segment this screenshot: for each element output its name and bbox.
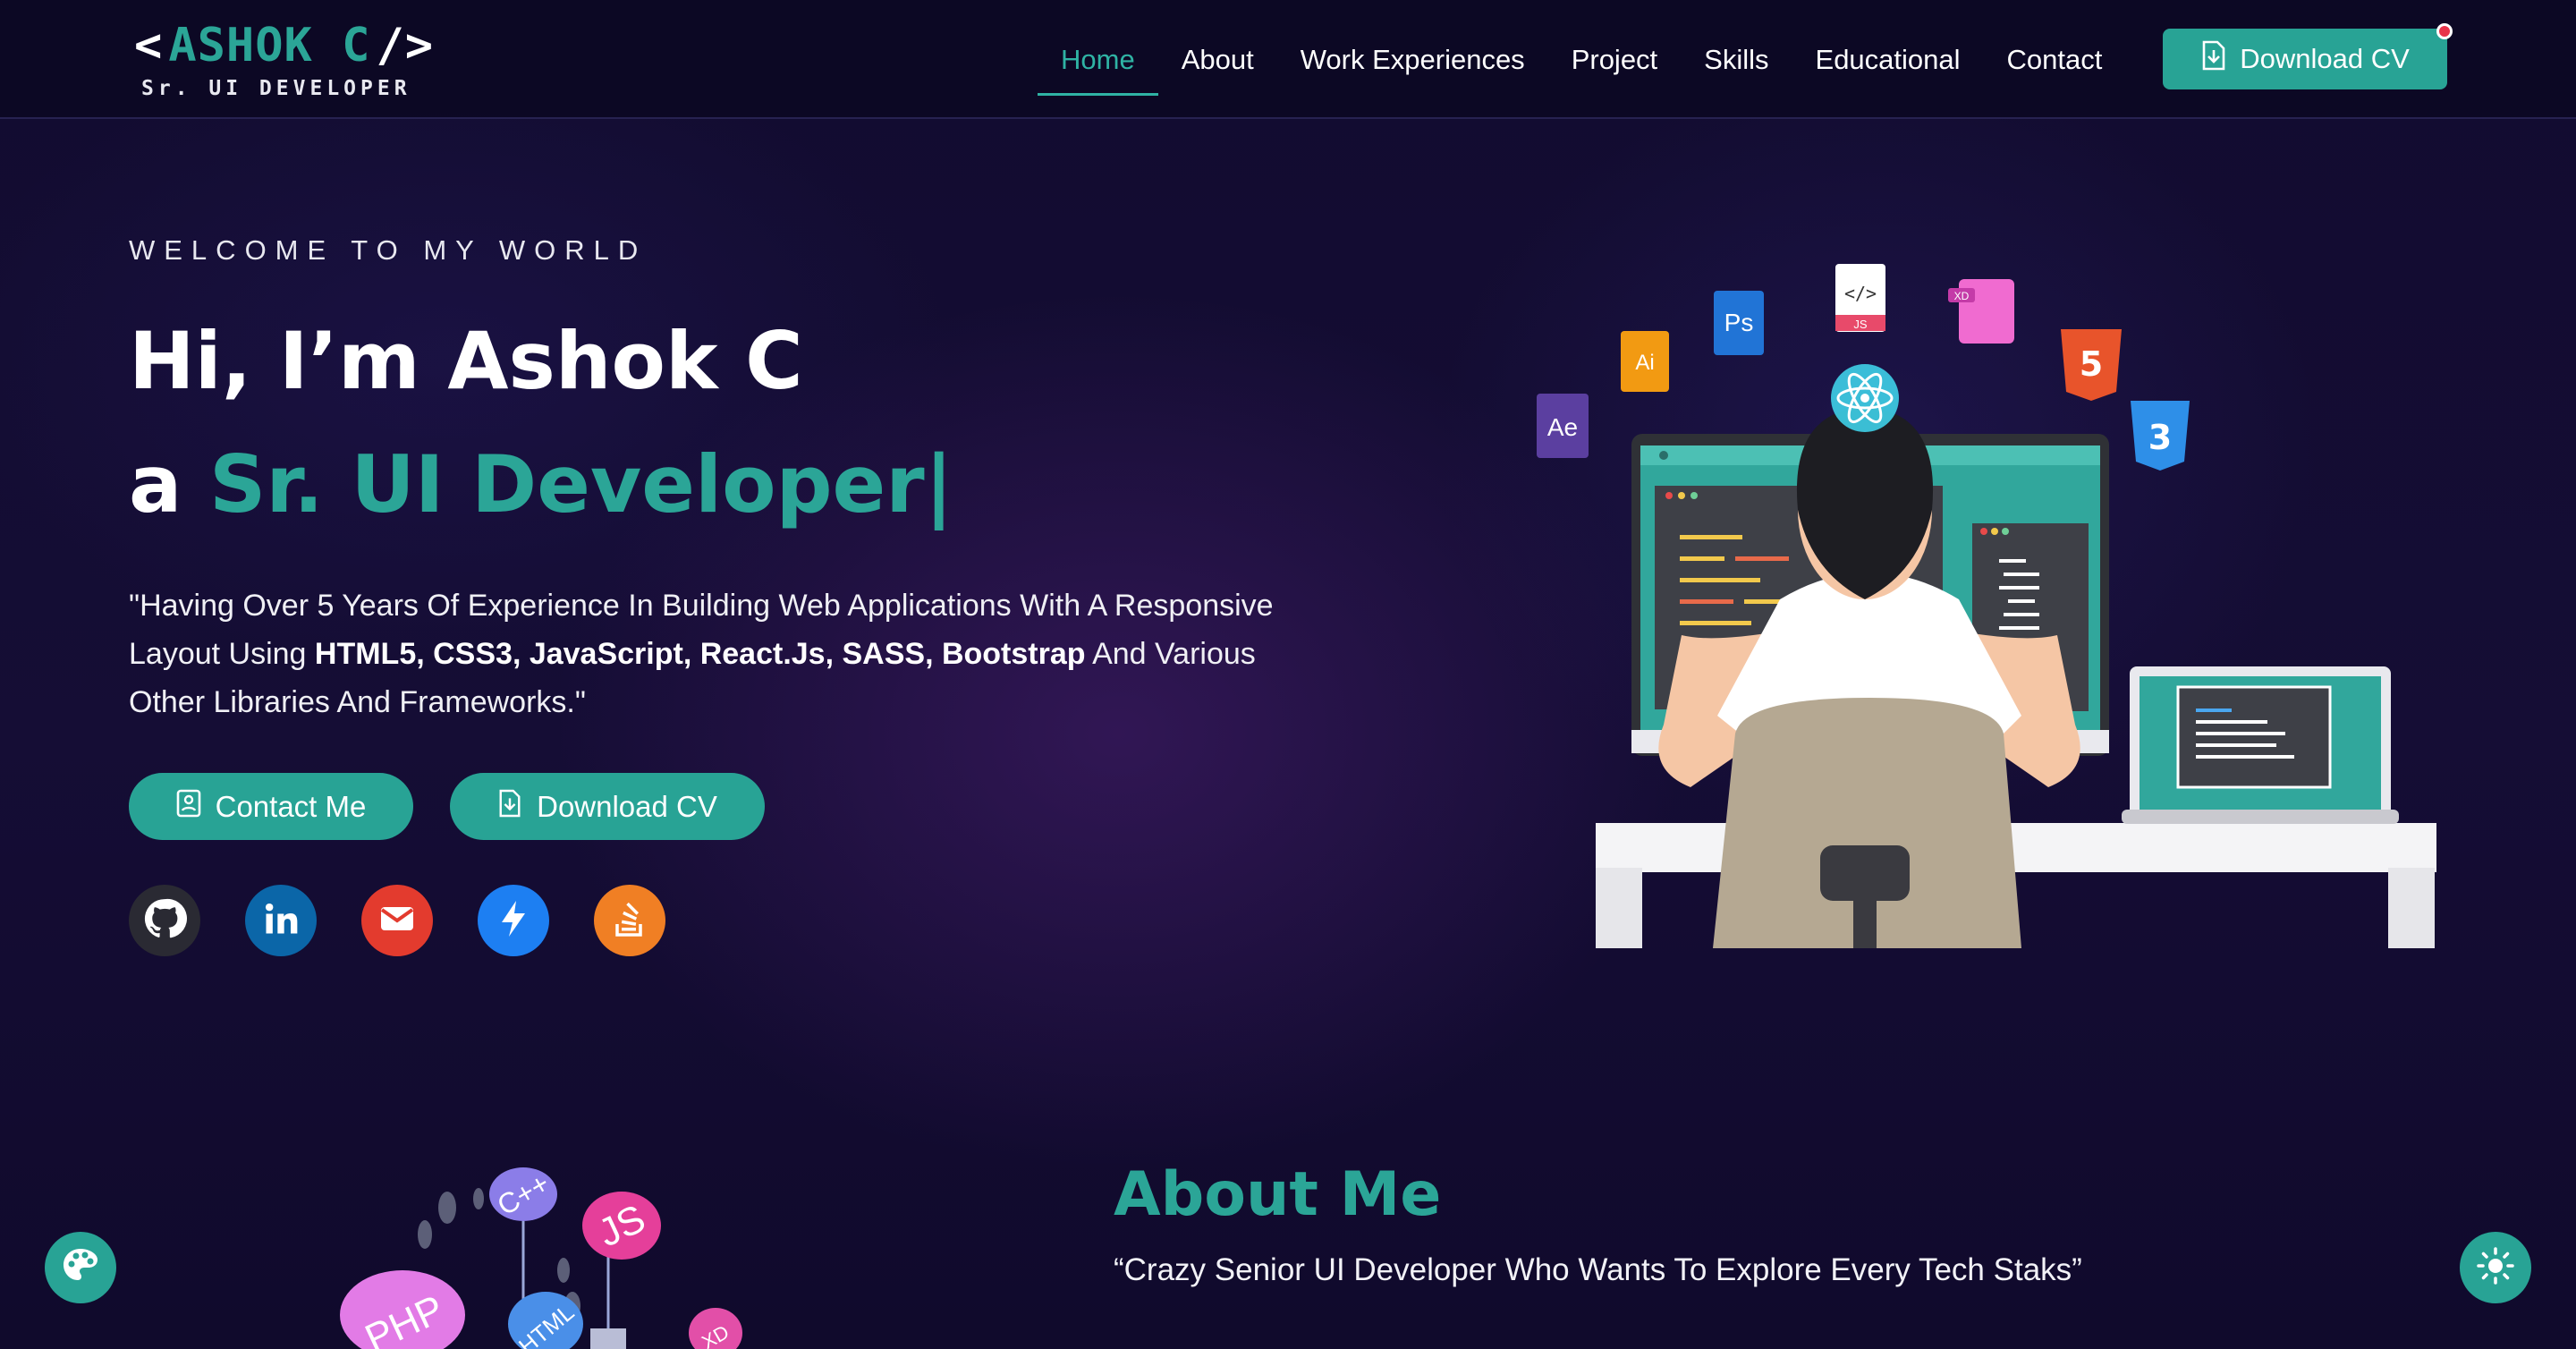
social-links [129, 885, 665, 956]
main-nav: Home About Work Experiences Project Skil… [1038, 0, 2125, 119]
hero-greeting: Hi, I’m Ashok C [129, 315, 803, 407]
notification-dot [2436, 23, 2453, 39]
github-link[interactable] [129, 885, 200, 956]
logo-close-bracket: /> [376, 19, 435, 72]
flash-link[interactable] [478, 885, 549, 956]
logo-open-bracket: < [134, 19, 164, 72]
xd-badge: XD [1948, 279, 2014, 344]
nav-project[interactable]: Project [1548, 0, 1681, 119]
js-badge: JS [582, 1192, 661, 1260]
typing-cursor: | [924, 438, 953, 530]
php-badge: PHP [340, 1270, 465, 1349]
header-download-cv-button[interactable]: Download CV [2163, 23, 2453, 89]
nav-educational[interactable]: Educational [1792, 0, 1984, 119]
linkedin-link[interactable] [245, 885, 317, 956]
sun-icon [2476, 1246, 2515, 1289]
hero-download-cv-button[interactable]: Download CV [450, 773, 765, 840]
description-tech-list: HTML5, CSS3, JavaScript, React.Js, SASS,… [314, 637, 1086, 671]
js-file-badge: </> JS [1835, 264, 1885, 332]
svg-text:JS: JS [1853, 318, 1868, 331]
nav-skills[interactable]: Skills [1681, 0, 1792, 119]
tech-stack-illustration: C++ JS PHP HTML XD [340, 1154, 769, 1349]
nav-contact[interactable]: Contact [1984, 0, 2126, 119]
logo-subtitle: Sr. UI DEVELOPER [141, 77, 411, 100]
svg-text:Ps: Ps [1724, 309, 1754, 336]
svg-text:XD: XD [1954, 290, 1970, 302]
xd-small-badge: XD [689, 1308, 742, 1349]
github-icon [142, 896, 187, 945]
theme-toggle-button[interactable] [2460, 1232, 2531, 1303]
hero-download-cv-label: Download CV [537, 789, 717, 823]
ai-badge: Ai [1621, 331, 1669, 392]
logo-name: ASHOK C [168, 19, 371, 72]
contact-card-icon [176, 789, 201, 825]
about-quote: “Crazy Senior UI Developer Who Wants To … [1114, 1252, 2082, 1287]
nav-work-experiences[interactable]: Work Experiences [1277, 0, 1548, 119]
about-title: About Me [1114, 1159, 1442, 1230]
cpp-badge: C++ [489, 1167, 557, 1222]
logo[interactable]: < ASHOK C /> Sr. UI DEVELOPER [129, 20, 439, 100]
download-file-icon [2200, 40, 2227, 78]
header-download-cv-label: Download CV [2240, 43, 2410, 74]
linkedin-icon [261, 899, 301, 942]
ps-badge: Ps [1714, 291, 1764, 355]
svg-text:3: 3 [2148, 418, 2172, 457]
stackoverflow-icon [612, 899, 648, 942]
hero-role: a Sr. UI Developer| [129, 438, 953, 530]
nav-about[interactable]: About [1158, 0, 1277, 119]
color-palette-button[interactable] [45, 1232, 116, 1303]
contact-me-button[interactable]: Contact Me [129, 773, 413, 840]
svg-text:</>: </> [1844, 283, 1877, 304]
role-title: Sr. UI Developer [209, 438, 925, 530]
ae-badge: Ae [1537, 394, 1589, 458]
site-header: < ASHOK C /> Sr. UI DEVELOPER Home About… [0, 0, 2576, 119]
hero-description: "Having Over 5 Years Of Experience In Bu… [129, 581, 1283, 726]
react-badge [1831, 364, 1899, 432]
css3-badge: 3 [2131, 401, 2190, 471]
nav-home[interactable]: Home [1038, 0, 1158, 119]
svg-text:Ae: Ae [1547, 413, 1578, 441]
stackoverflow-link[interactable] [594, 885, 665, 956]
gmail-link[interactable] [361, 885, 433, 956]
svg-text:5: 5 [2080, 344, 2103, 384]
svg-text:Ai: Ai [1635, 351, 1654, 375]
welcome-text: WELCOME TO MY WORLD [129, 234, 648, 266]
download-file-icon [497, 789, 522, 825]
gmail-icon [379, 904, 415, 937]
palette-icon [61, 1246, 100, 1289]
logo-wordmark: < ASHOK C /> [129, 20, 439, 72]
html5-badge: 5 [2061, 329, 2122, 401]
developer-illustration: Ae Ai Ps </> JS XD 5 3 [1521, 250, 2460, 957]
flash-icon [498, 899, 529, 942]
role-prefix: a [129, 438, 210, 530]
contact-me-label: Contact Me [215, 789, 367, 823]
